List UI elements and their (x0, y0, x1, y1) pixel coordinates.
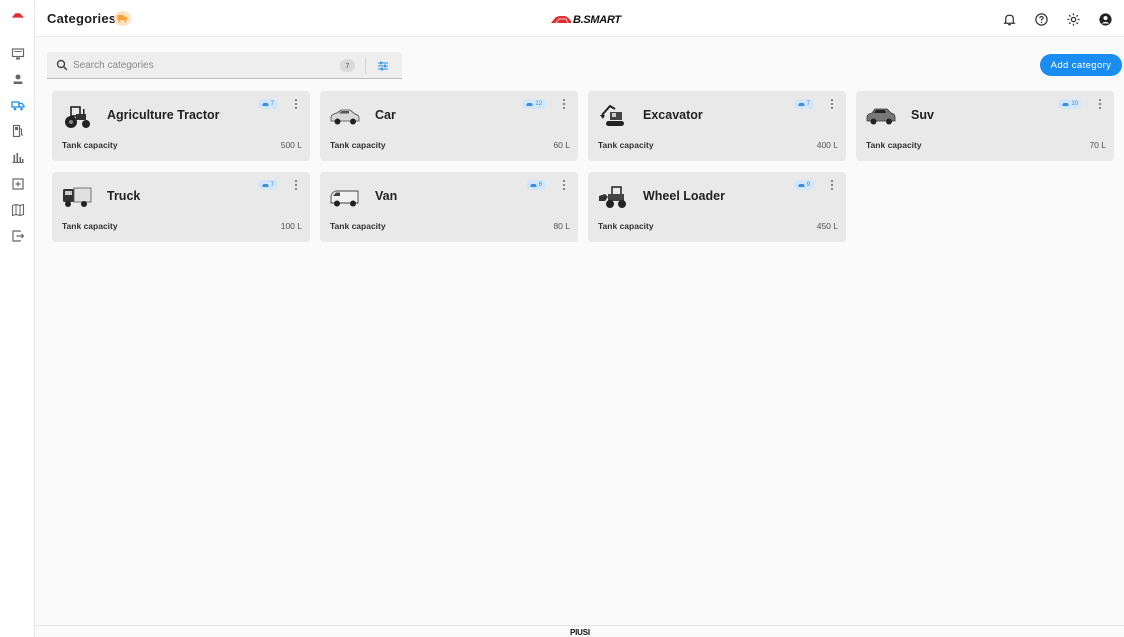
category-card[interactable]: Excavator 7 Tank capacity 400 L (588, 91, 846, 161)
more-menu-icon[interactable] (827, 97, 837, 111)
footer: PIUSI (35, 625, 1124, 637)
car-small-icon (262, 102, 269, 106)
tank-capacity-label: Tank capacity (62, 221, 118, 231)
filter-icon (378, 61, 388, 70)
vehicle-count-chip: 9 (793, 180, 814, 190)
more-menu-icon[interactable] (559, 97, 569, 111)
tank-capacity-label: Tank capacity (330, 221, 386, 231)
vehicle-count: 7 (270, 101, 274, 107)
tank-capacity-label: Tank capacity (598, 140, 654, 150)
bell-icon[interactable] (1000, 10, 1018, 28)
vehicle-count: 7 (806, 101, 810, 107)
vehicle-count-chip: 7 (793, 99, 814, 109)
map-icon[interactable] (9, 201, 26, 218)
vehicle-count-chip: 6 (525, 180, 546, 190)
tank-capacity-value: 80 L (553, 221, 570, 231)
more-menu-icon[interactable] (291, 178, 301, 192)
search-icon (56, 59, 68, 71)
more-menu-icon[interactable] (559, 178, 569, 192)
category-card[interactable]: Agriculture Tractor 7 Tank capacity 500 … (52, 91, 310, 161)
vehicle-count-chip: 10 (1058, 99, 1082, 109)
search-bar: 7 (47, 52, 402, 79)
suv-icon (866, 103, 896, 129)
top-bar: Categories B.SMART (35, 0, 1124, 37)
search-input[interactable] (73, 56, 343, 75)
car-icon (330, 103, 360, 129)
bar-chart-icon[interactable] (9, 148, 26, 165)
car-small-icon (798, 183, 805, 187)
category-name: Truck (107, 189, 141, 203)
category-card[interactable]: Wheel Loader 9 Tank capacity 450 L (588, 172, 846, 242)
wheel-loader-icon (598, 184, 628, 210)
category-card[interactable]: Van 6 Tank capacity 80 L (320, 172, 578, 242)
vehicle-count: 9 (806, 182, 810, 188)
vehicle-categories-icon[interactable] (9, 96, 26, 113)
logo-icon[interactable] (9, 6, 26, 23)
result-count-badge: 7 (340, 59, 355, 72)
tank-capacity-value: 450 L (816, 221, 838, 231)
brand-car-icon (551, 16, 571, 24)
more-menu-icon[interactable] (1095, 97, 1105, 111)
add-box-icon[interactable] (9, 175, 26, 192)
vehicle-count-chip: 7 (257, 99, 278, 109)
tractor-icon (62, 103, 92, 129)
brand-logo: B.SMART (550, 13, 621, 26)
vehicle-count: 12 (535, 101, 542, 107)
car-small-icon (262, 183, 269, 187)
category-name: Suv (911, 108, 934, 122)
tank-capacity-label: Tank capacity (62, 140, 118, 150)
category-name: Excavator (643, 108, 703, 122)
vehicle-count: 10 (1071, 101, 1078, 107)
vehicle-count-chip: 7 (257, 180, 278, 190)
header-actions (1000, 10, 1114, 28)
car-small-icon (798, 102, 805, 106)
category-card[interactable]: Truck 7 Tank capacity 100 L (52, 172, 310, 242)
tank-capacity-value: 60 L (553, 140, 570, 150)
add-category-button[interactable]: Add category (1040, 54, 1122, 76)
van-icon (330, 184, 360, 210)
tank-capacity-label: Tank capacity (866, 140, 922, 150)
tank-capacity-label: Tank capacity (598, 221, 654, 231)
tank-capacity-value: 100 L (280, 221, 302, 231)
excavator-icon (598, 103, 628, 129)
account-icon[interactable] (1096, 10, 1114, 28)
category-name: Car (375, 108, 396, 122)
vehicle-count: 6 (538, 182, 542, 188)
vehicle-count-chip: 12 (522, 99, 546, 109)
help-icon[interactable] (1032, 10, 1050, 28)
car-small-icon (530, 183, 537, 187)
category-name: Van (375, 189, 398, 203)
car-small-icon (526, 102, 533, 106)
tank-capacity-value: 400 L (816, 140, 838, 150)
person-icon[interactable] (9, 70, 26, 87)
car-small-icon (1062, 102, 1069, 106)
vehicle-count: 7 (270, 182, 274, 188)
filter-button[interactable] (375, 58, 391, 73)
logout-icon[interactable] (9, 227, 26, 244)
footer-logo: PIUSI (570, 628, 590, 637)
category-card[interactable]: Car 12 Tank capacity 60 L (320, 91, 578, 161)
tank-capacity-value: 500 L (280, 140, 302, 150)
fuel-pump-icon[interactable] (9, 122, 26, 139)
sidebar (0, 0, 35, 637)
gear-icon[interactable] (1064, 10, 1082, 28)
more-menu-icon[interactable] (291, 97, 301, 111)
category-name: Wheel Loader (643, 189, 725, 203)
monitor-icon[interactable] (9, 45, 26, 62)
category-name: Agriculture Tractor (107, 108, 220, 122)
more-menu-icon[interactable] (827, 178, 837, 192)
brand-name: B.SMART (573, 13, 621, 26)
page-title: Categories (47, 11, 117, 26)
category-card[interactable]: Suv 10 Tank capacity 70 L (856, 91, 1114, 161)
tank-capacity-value: 70 L (1089, 140, 1106, 150)
search-divider (365, 57, 366, 74)
tank-capacity-label: Tank capacity (330, 140, 386, 150)
truck-icon (62, 184, 92, 210)
category-badge-icon (114, 11, 131, 26)
